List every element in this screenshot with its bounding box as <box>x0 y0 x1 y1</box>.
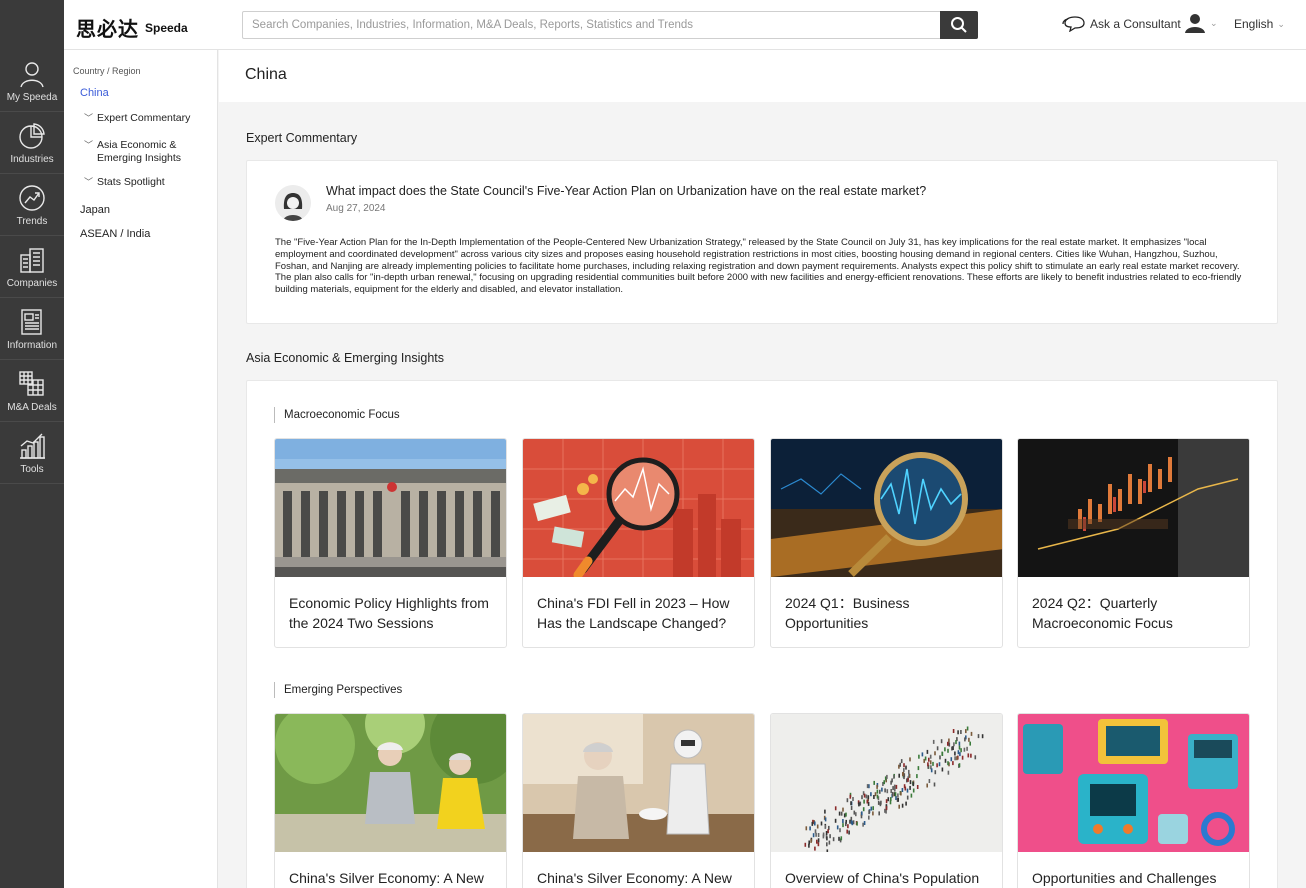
top-header: 思必达 Speeda Ask a Consultant ⌄ English ⌄ <box>64 0 1306 50</box>
commentary-date: Aug 27, 2024 <box>326 203 386 214</box>
macro-tile-2024-q2[interactable]: 2024 Q2：Quarterly Macroeconomic Focus <box>1017 438 1250 648</box>
tile-image-magnifier-chart <box>523 439 754 577</box>
emerging-tile-population[interactable]: Overview of China's Population <box>770 713 1003 888</box>
chevron-down-icon: ⌄ <box>1210 17 1218 28</box>
chevron-down-icon: ⌄ <box>1277 18 1285 29</box>
subnav-item-asean-india[interactable]: ASEAN / India <box>80 228 150 240</box>
tile-image-robot-kitchen <box>523 714 754 852</box>
rail-item-industries[interactable]: Industries <box>0 112 64 174</box>
subnav-child-label: Expert Commentary <box>97 112 191 124</box>
logo-english: Speeda <box>145 20 188 35</box>
search-button[interactable] <box>940 11 978 39</box>
emerging-tile-opportunities[interactable]: Opportunities and Challenges <box>1017 713 1250 888</box>
tile-image-seniors-jogging <box>275 714 506 852</box>
tile-title: Opportunities and Challenges <box>1032 870 1217 886</box>
rail-label: Companies <box>6 277 58 289</box>
emerging-perspectives-heading: Emerging Perspectives <box>274 682 402 698</box>
subnav-item-japan[interactable]: Japan <box>80 204 110 216</box>
subnav-child-label: Stats Spotlight <box>97 176 165 188</box>
language-label: English <box>1234 17 1274 31</box>
expert-avatar <box>275 185 311 221</box>
chat-bubble-icon <box>1062 16 1085 32</box>
tile-image-retro-gadgets <box>1018 714 1249 852</box>
subnav-item-china[interactable]: China <box>80 87 109 99</box>
search-icon <box>951 17 967 33</box>
double-chevron-icon: ﹀ <box>84 140 94 150</box>
rail-item-tools[interactable]: Tools <box>0 422 64 484</box>
macro-tile-two-sessions[interactable]: Economic Policy Highlights from the 2024… <box>274 438 507 648</box>
double-chevron-icon: ﹀ <box>84 177 94 187</box>
tile-title: Overview of China's Population <box>785 870 980 886</box>
tile-title: China's Silver Economy: A New <box>289 870 484 886</box>
double-chevron-icon: ﹀ <box>84 113 94 123</box>
ask-consultant-button[interactable]: Ask a Consultant <box>1062 16 1181 32</box>
search-input[interactable] <box>243 12 943 38</box>
rail-item-my-speeda[interactable]: My Speeda <box>0 50 64 112</box>
rail-label: Industries <box>10 153 54 165</box>
tile-title: 2024 Q2：Quarterly Macroeconomic Focus <box>1032 595 1173 631</box>
tile-title: China's FDI Fell in 2023 – How Has the L… <box>537 595 730 631</box>
tile-image-candlestick <box>1018 439 1249 577</box>
rail-label: M&A Deals <box>7 401 57 413</box>
rail-label: My Speeda <box>6 91 58 103</box>
tile-title: Economic Policy Highlights from the 2024… <box>289 595 489 631</box>
subnav-caption: Country / Region <box>73 66 141 76</box>
logo[interactable]: 思必达 Speeda <box>76 13 188 42</box>
language-select[interactable]: English ⌄ <box>1234 17 1285 31</box>
subnav-item-expert-commentary[interactable]: ﹀ Expert Commentary <box>84 112 190 125</box>
buildings-icon <box>20 247 44 273</box>
subnav-child-label: Asia Economic & Emerging Insights <box>97 139 182 164</box>
rail-item-trends[interactable]: Trends <box>0 174 64 236</box>
user-icon <box>1185 14 1205 33</box>
newspaper-icon <box>21 308 42 335</box>
rail-item-ma-deals[interactable]: M&A Deals <box>0 360 64 422</box>
macro-tile-2024-q1[interactable]: 2024 Q1：Business Opportunities <box>770 438 1003 648</box>
rail-item-companies[interactable]: Companies <box>0 236 64 298</box>
logo-chinese: 思必达 <box>76 17 139 41</box>
rail-label: Tools <box>20 463 44 475</box>
expert-commentary-card[interactable]: What impact does the State Council's Fiv… <box>246 160 1278 324</box>
page-title: China <box>245 66 287 83</box>
insights-heading: Asia Economic & Emerging Insights <box>246 351 445 365</box>
tile-image-glass-data <box>771 439 1002 577</box>
tile-title: 2024 Q1：Business Opportunities <box>785 595 910 631</box>
deals-grid-icon <box>19 370 44 396</box>
tile-image-great-hall <box>275 439 506 577</box>
expert-commentary-heading: Expert Commentary <box>246 131 358 145</box>
rail-label: Trends <box>16 215 48 227</box>
page-title-bar: China <box>219 50 1306 102</box>
subnav-item-stats-spotlight[interactable]: ﹀ Stats Spotlight <box>84 176 165 189</box>
ask-consultant-label: Ask a Consultant <box>1090 17 1181 31</box>
pie-chart-icon <box>19 122 45 149</box>
bar-chart-icon <box>20 433 45 459</box>
trend-icon <box>19 184 45 211</box>
user-menu[interactable]: ⌄ <box>1184 13 1218 33</box>
region-subnav: Country / Region China ﹀ Expert Commenta… <box>64 50 218 888</box>
rail-label: Information <box>6 339 58 351</box>
tile-image-crowd-arrow <box>771 714 1002 852</box>
tile-title: China's Silver Economy: A New <box>537 870 732 886</box>
icon-rail: My Speeda Industries Trends Companies In… <box>0 0 64 888</box>
rail-top-spacer <box>0 0 64 50</box>
emerging-tile-silver-economy-1[interactable]: China's Silver Economy: A New <box>274 713 507 888</box>
emerging-tile-silver-economy-2[interactable]: China's Silver Economy: A New <box>522 713 755 888</box>
rail-item-information[interactable]: Information <box>0 298 64 360</box>
person-icon <box>20 61 44 87</box>
subnav-item-asia-insights[interactable]: ﹀ Asia Economic & Emerging Insights <box>84 139 204 165</box>
commentary-question[interactable]: What impact does the State Council's Fiv… <box>326 184 926 198</box>
macro-tile-fdi[interactable]: China's FDI Fell in 2023 – How Has the L… <box>522 438 755 648</box>
search-bar <box>242 11 978 39</box>
macro-focus-heading: Macroeconomic Focus <box>274 407 400 423</box>
commentary-body: The "Five-Year Action Plan for the In-De… <box>275 237 1242 296</box>
